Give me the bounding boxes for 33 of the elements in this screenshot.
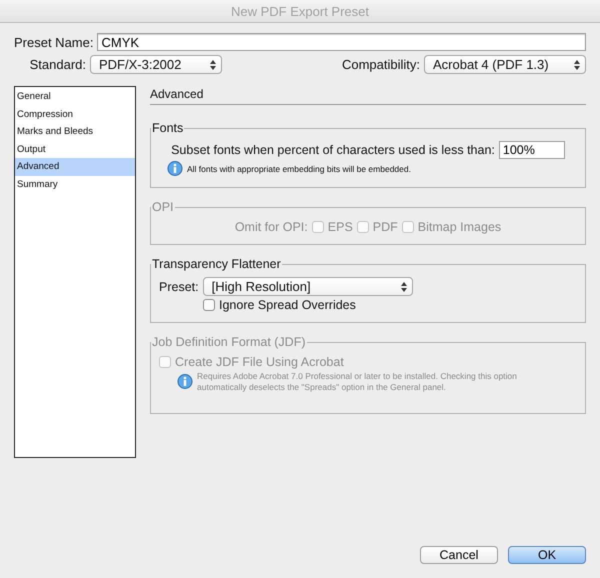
preset-name-label: Preset Name: xyxy=(14,34,94,50)
sidebar-item[interactable]: General xyxy=(15,88,135,106)
updown-arrows-icon xyxy=(210,60,216,70)
panel-title: Advanced xyxy=(150,86,586,105)
percent-field[interactable]: 100% xyxy=(498,141,565,159)
sidebar-item[interactable]: Marks and Bleeds xyxy=(15,123,135,140)
preset-label: Preset: xyxy=(159,280,199,294)
group-legend: OPI xyxy=(151,200,175,214)
info-icon xyxy=(167,161,183,177)
group-legend: Transparency Flattener xyxy=(151,257,282,271)
info-icon xyxy=(177,374,193,390)
compatibility-select[interactable]: Acrobat 4 (PDF 1.3) xyxy=(424,55,586,74)
ok-button[interactable]: OK xyxy=(508,546,586,564)
compatibility-label: Compatibility: xyxy=(342,57,420,72)
sidebar-item[interactable]: Compression xyxy=(15,106,135,123)
standard-select[interactable]: PDF/X-3:2002 xyxy=(90,55,222,74)
window-title: New PDF Export Preset xyxy=(231,4,369,18)
sidebar-item[interactable]: Output xyxy=(15,140,135,158)
fonts-note: All fonts with appropriate embedding bits will be embedded. xyxy=(187,164,411,174)
preset-name-field[interactable]: CMYK xyxy=(97,33,586,51)
standard-label: Standard: xyxy=(28,57,86,72)
subset-fonts-label: Subset fonts when percent of characters used is less than: xyxy=(171,143,495,157)
jdf-note: Requires Adobe Acrobat 7.0 Professional or later to be installed. Checking this option automatically deselects the "Spreads" option in the General panel. xyxy=(197,371,518,393)
omit-label: Omit for OPI: xyxy=(234,220,308,234)
cancel-button[interactable]: Cancel xyxy=(420,546,498,564)
updown-arrows-icon xyxy=(574,60,580,70)
group-legend: Job Definition Format (JDF) xyxy=(151,335,307,349)
sidebar-item[interactable]: Summary xyxy=(15,176,135,193)
checkbox[interactable]: Ignore Spread Overrides xyxy=(203,298,356,312)
updown-arrows-icon xyxy=(400,282,407,292)
flattener-preset-select[interactable]: [High Resolution] xyxy=(202,277,413,296)
sidebar-item[interactable]: Advanced xyxy=(15,158,135,176)
group-legend: Fonts xyxy=(151,121,184,135)
